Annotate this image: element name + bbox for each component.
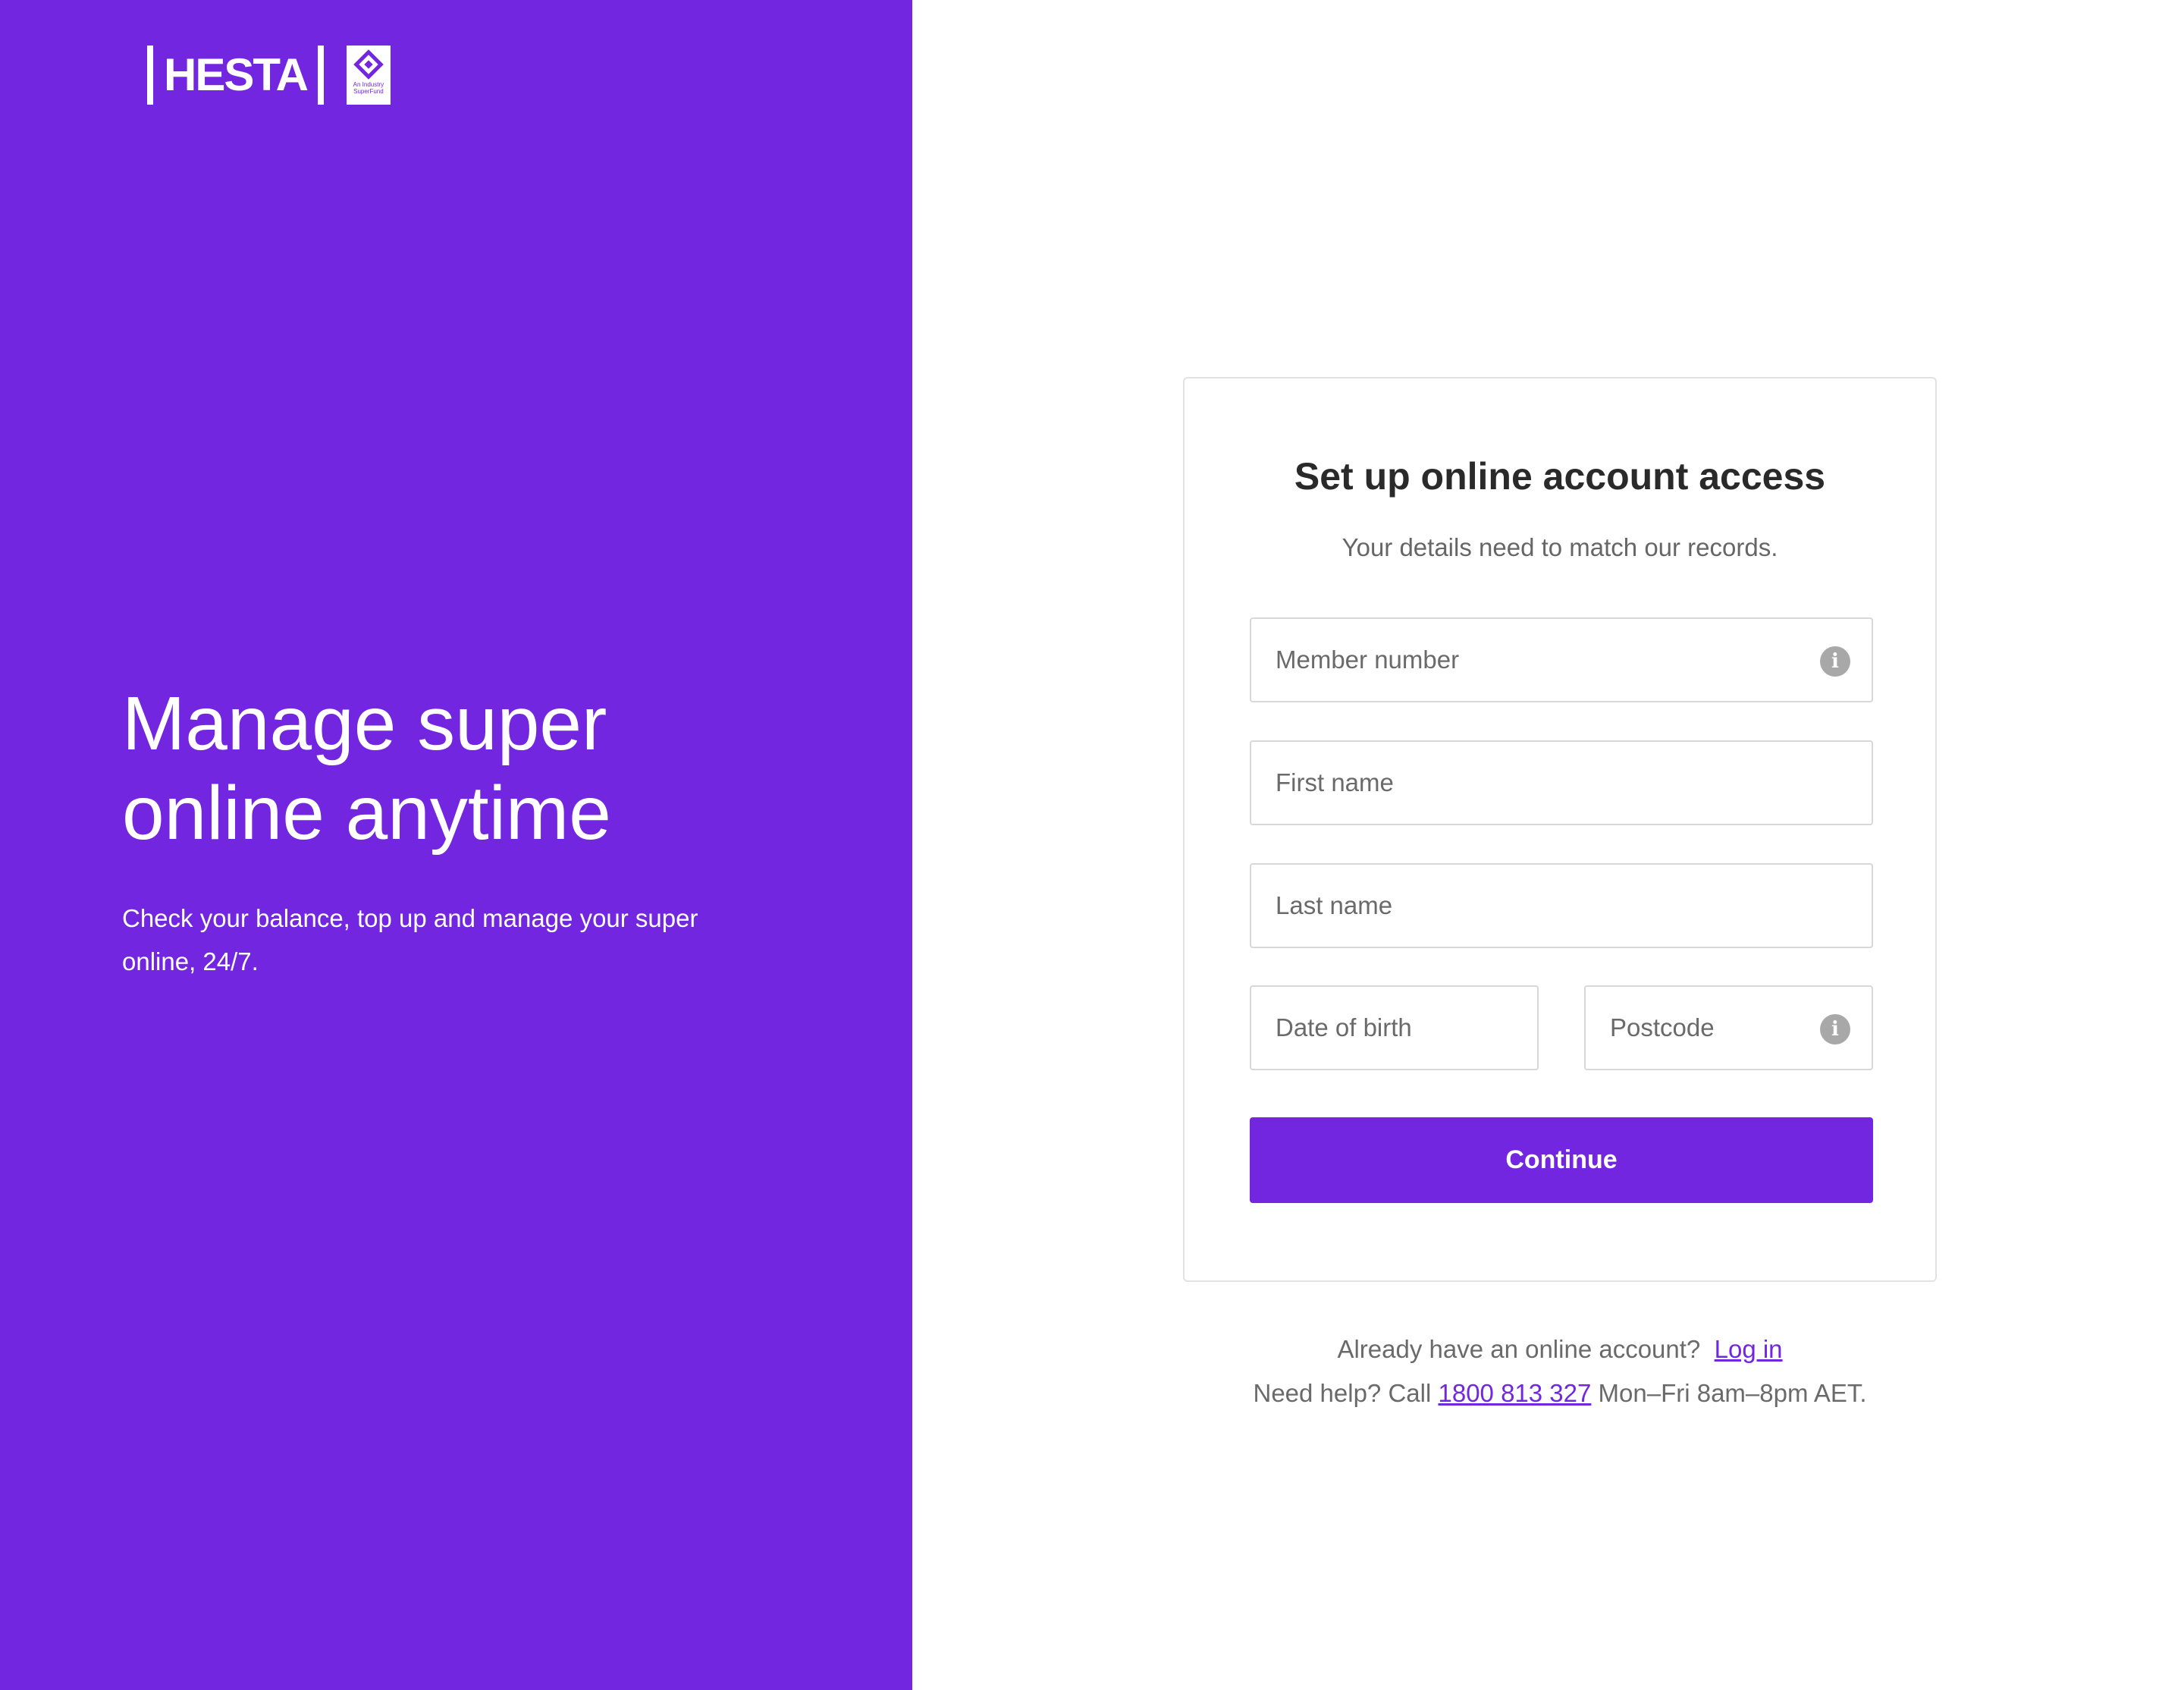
hero-headline-line1: Manage super [122, 681, 607, 766]
help-phone-link[interactable]: 1800 813 327 [1438, 1379, 1591, 1407]
login-prompt-line: Already have an online account? Log in [1183, 1335, 1937, 1364]
form-title: Set up online account access [1294, 455, 1826, 498]
logo-bar-right [317, 46, 324, 105]
last-name-input[interactable] [1251, 865, 1872, 947]
postcode-info-icon[interactable]: i [1820, 1014, 1850, 1044]
setup-account-card: Set up online account access Your detail… [1183, 377, 1937, 1282]
left-panel: HESTA An Industry SuperFund Manage super… [0, 0, 912, 1690]
page: HESTA An Industry SuperFund Manage super… [0, 0, 2184, 1690]
date-of-birth-field [1250, 985, 1539, 1070]
last-name-field [1250, 863, 1873, 948]
logo-wordmark: HESTA [164, 49, 309, 100]
login-prompt-text: Already have an online account? [1337, 1335, 1701, 1363]
diamond-icon [353, 49, 384, 80]
date-of-birth-input[interactable] [1251, 987, 1537, 1069]
postcode-field: i [1584, 985, 1873, 1070]
login-link[interactable]: Log in [1715, 1335, 1783, 1363]
hero-subcopy: Check your balance, top up and manage yo… [122, 904, 698, 975]
hero-headline-line2: online anytime [122, 771, 611, 856]
continue-button[interactable]: Continue [1250, 1117, 1873, 1203]
member-number-field: i [1250, 617, 1873, 702]
help-line: Need help? Call 1800 813 327 Mon–Fri 8am… [1183, 1379, 1937, 1408]
help-suffix-text: Mon–Fri 8am–8pm AET. [1598, 1379, 1867, 1407]
logo-bar-left [147, 46, 153, 105]
member-number-info-icon[interactable]: i [1820, 646, 1850, 677]
first-name-input[interactable] [1251, 742, 1872, 824]
form-subtitle: Your details need to match our records. [1341, 533, 1778, 561]
industry-superfund-badge: An Industry SuperFund [346, 46, 391, 105]
help-prefix-text: Need help? Call [1253, 1379, 1432, 1407]
member-number-input[interactable] [1251, 619, 1872, 701]
first-name-field [1250, 740, 1873, 825]
hero-headline: Manage super online anytime [122, 679, 729, 858]
badge-text: An Industry SuperFund [353, 81, 384, 95]
hesta-logo[interactable]: HESTA An Industry SuperFund [147, 46, 391, 105]
